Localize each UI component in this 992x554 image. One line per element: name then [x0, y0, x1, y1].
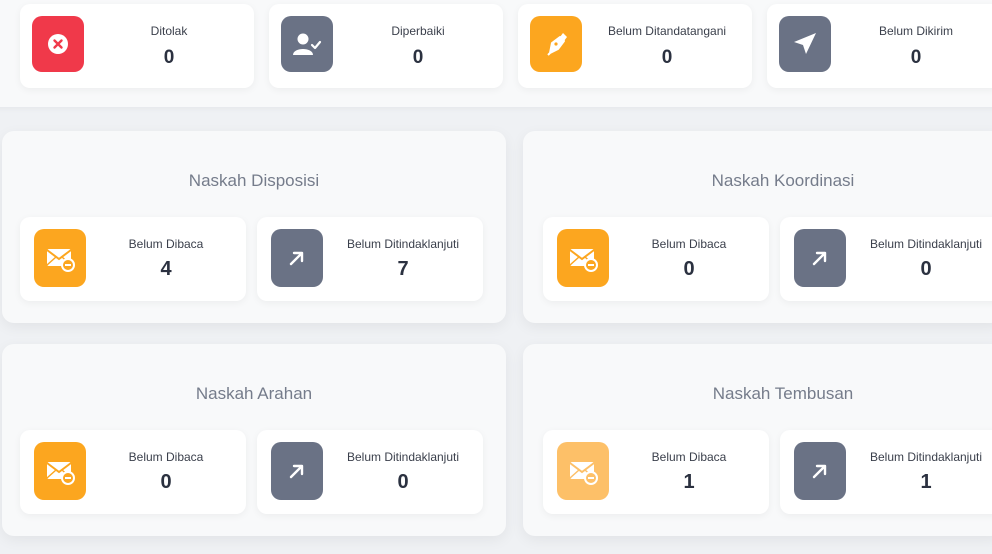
pending-label: Belum Ditindaklanjuti [869, 237, 983, 251]
unread-card[interactable]: Belum Dibaca 4 [20, 217, 246, 301]
pending-card[interactable]: Belum Ditindaklanjuti 7 [257, 217, 483, 301]
pending-card[interactable]: Belum Ditindaklanjuti 0 [780, 217, 992, 301]
pending-label: Belum Ditindaklanjuti [869, 450, 983, 464]
user-check-icon [281, 16, 333, 72]
mail-minus-icon [34, 229, 86, 287]
arrow-up-right-icon [271, 229, 323, 287]
arrow-up-right-icon [271, 442, 323, 500]
pending-label: Belum Ditindaklanjuti [346, 450, 460, 464]
stat-value: 0 [910, 47, 922, 68]
unread-label: Belum Dibaca [651, 237, 727, 251]
stat-card-belum-dikirim[interactable]: Belum Dikirim 0 [767, 4, 992, 88]
pending-value: 1 [920, 471, 932, 493]
stat-value: 0 [412, 47, 424, 68]
stat-value: 0 [163, 47, 175, 68]
unread-label: Belum Dibaca [128, 450, 204, 464]
stat-label: Diperbaiki [391, 24, 445, 38]
pen-icon [530, 16, 582, 72]
stat-value: 0 [661, 47, 673, 68]
mail-minus-icon [557, 229, 609, 287]
stat-card-belum-ditandatangani[interactable]: Belum Ditandatangani 0 [518, 4, 752, 88]
section-title: Naskah Tembusan [712, 384, 854, 403]
section-naskah-tembusan: Naskah Tembusan Belum Dibaca 1 Belum Dit… [523, 344, 992, 536]
send-icon [779, 16, 831, 72]
x-circle-icon [32, 16, 84, 72]
mail-minus-icon [557, 442, 609, 500]
pending-value: 0 [920, 258, 932, 280]
mail-minus-icon [34, 442, 86, 500]
stat-label: Belum Ditandatangani [607, 24, 727, 38]
unread-value: 0 [160, 471, 172, 493]
section-naskah-disposisi: Naskah Disposisi Belum Dibaca 4 Belum Di… [2, 131, 506, 323]
arrow-up-right-icon [794, 229, 846, 287]
pending-card[interactable]: Belum Ditindaklanjuti 1 [780, 430, 992, 514]
unread-label: Belum Dibaca [651, 450, 727, 464]
unread-value: 4 [160, 258, 172, 280]
unread-value: 1 [683, 471, 695, 493]
pending-card[interactable]: Belum Ditindaklanjuti 0 [257, 430, 483, 514]
pending-value: 7 [397, 258, 409, 280]
unread-card[interactable]: Belum Dibaca 0 [20, 430, 246, 514]
unread-card[interactable]: Belum Dibaca 0 [543, 217, 769, 301]
section-title: Naskah Arahan [195, 384, 313, 403]
arrow-up-right-icon [794, 442, 846, 500]
stat-card-diperbaiki[interactable]: Diperbaiki 0 [269, 4, 503, 88]
unread-card[interactable]: Belum Dibaca 1 [543, 430, 769, 514]
stat-label: Belum Dikirim [878, 24, 953, 38]
pending-label: Belum Ditindaklanjuti [346, 237, 460, 251]
section-naskah-koordinasi: Naskah Koordinasi Belum Dibaca 0 Belum D… [523, 131, 992, 323]
pending-value: 0 [397, 471, 409, 493]
section-title: Naskah Disposisi [188, 171, 320, 190]
unread-label: Belum Dibaca [128, 237, 204, 251]
section-title: Naskah Koordinasi [711, 171, 855, 190]
unread-value: 0 [683, 258, 695, 280]
stat-label: Ditolak [150, 24, 188, 38]
section-naskah-arahan: Naskah Arahan Belum Dibaca 0 Belum Ditin… [2, 344, 506, 536]
stat-card-ditolak[interactable]: Ditolak 0 [20, 4, 254, 88]
